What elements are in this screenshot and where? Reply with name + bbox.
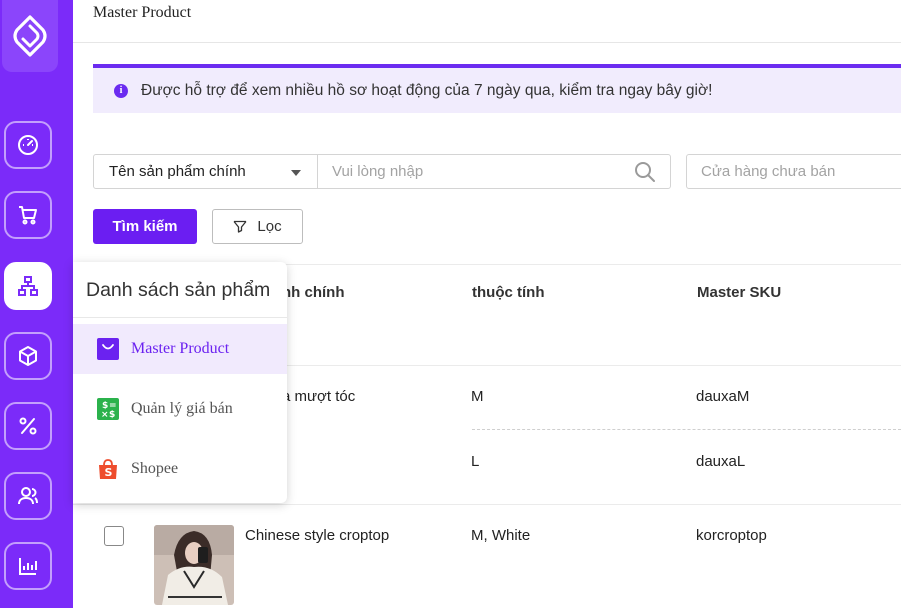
nav-dashboard[interactable] xyxy=(4,121,52,169)
menu-item-label: Shopee xyxy=(131,460,179,477)
nav-promotions[interactable] xyxy=(4,402,52,450)
logo[interactable] xyxy=(2,0,58,72)
product-thumbnail[interactable] xyxy=(154,525,234,605)
product-name: à mượt tóc xyxy=(282,388,356,405)
caret-down-icon xyxy=(291,170,301,176)
menu-title: Danh sách sản phẩm xyxy=(86,279,271,301)
percent-icon xyxy=(19,417,37,435)
column-header-name: nh chính xyxy=(282,284,345,301)
shopee-icon: S xyxy=(97,458,119,480)
variant-sku: dauxaL xyxy=(696,453,746,470)
dashboard-icon xyxy=(18,135,38,155)
search-field-select-value: Tên sản phẩm chính xyxy=(109,163,246,180)
nav-products[interactable] xyxy=(4,262,52,310)
page-header: Master Product xyxy=(73,0,901,43)
row-divider xyxy=(73,504,901,505)
search-field-select[interactable]: Tên sản phẩm chính xyxy=(93,154,318,189)
menu-item-label: Quản lý giá bán xyxy=(131,400,233,417)
column-header-sku: Master SKU xyxy=(697,284,782,301)
nav-inventory[interactable] xyxy=(4,332,52,380)
sidebar xyxy=(0,0,73,608)
menu-divider xyxy=(73,317,287,318)
shopping-bag-icon xyxy=(97,338,119,360)
variant-sku: korcroptop xyxy=(696,527,767,544)
product-name: Chinese style croptop xyxy=(245,527,390,544)
info-icon: i xyxy=(114,83,128,98)
banner-text: Được hỗ trợ để xem nhiều hồ sơ hoạt động… xyxy=(141,81,713,99)
variant-attribute: L xyxy=(471,453,480,470)
menu-item-master-product[interactable]: Master Product xyxy=(73,324,287,374)
search-icon[interactable] xyxy=(634,161,656,183)
filter-button[interactable]: Lọc xyxy=(212,209,303,244)
search-input[interactable] xyxy=(317,154,671,189)
variant-attribute: M xyxy=(471,388,484,405)
nav-customers[interactable] xyxy=(4,472,52,520)
filter-icon xyxy=(233,220,247,233)
search-button[interactable]: Tìm kiếm xyxy=(93,209,197,244)
chart-icon xyxy=(19,558,37,575)
box-icon xyxy=(19,346,37,366)
variant-attribute: M, White xyxy=(471,527,531,544)
price-icon: $ = × $ xyxy=(97,398,119,420)
column-header-attribute: thuộc tính xyxy=(472,284,545,301)
nav-reports[interactable] xyxy=(4,542,52,590)
nav-orders[interactable] xyxy=(4,191,52,239)
variant-sku: dauxaM xyxy=(696,388,750,405)
cart-icon xyxy=(19,206,37,225)
filter-button-label: Lọc xyxy=(257,218,282,235)
store-filter-input[interactable] xyxy=(686,154,901,189)
variant-divider xyxy=(472,429,901,430)
menu-item-price-management[interactable]: $ = × $ Quản lý giá bán xyxy=(73,384,287,434)
users-icon xyxy=(18,487,38,505)
app: Master Product i Được hỗ trợ để xem nhiề… xyxy=(0,0,901,608)
logo-icon xyxy=(13,15,47,57)
svg-text:$: $ xyxy=(109,410,115,420)
row-checkbox[interactable] xyxy=(104,526,124,546)
svg-text:S: S xyxy=(105,466,113,479)
svg-text:×: × xyxy=(101,410,109,420)
info-banner: i Được hỗ trợ để xem nhiều hồ sơ hoạt độ… xyxy=(93,64,901,113)
sitemap-icon xyxy=(18,276,38,296)
page-title: Master Product xyxy=(93,4,192,21)
menu-item-shopee[interactable]: S Shopee xyxy=(73,444,287,494)
menu-item-label: Master Product xyxy=(131,340,230,357)
product-list-menu: Danh sách sản phẩm Master Product $ = × … xyxy=(73,262,287,503)
